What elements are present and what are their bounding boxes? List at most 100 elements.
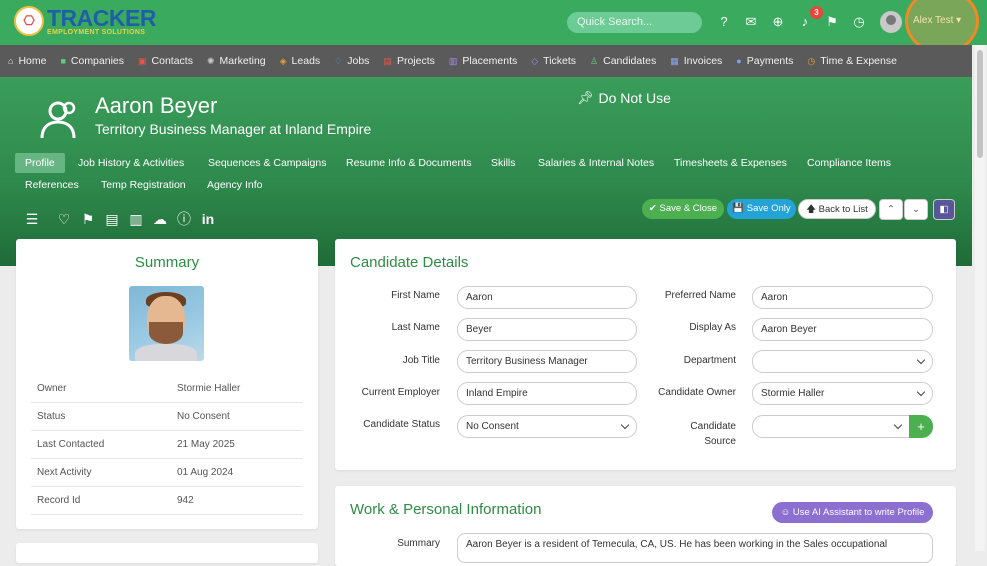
nav-leads[interactable]: ◈ Leads — [280, 55, 321, 67]
nav-contacts[interactable]: ▣ Contacts — [138, 55, 193, 67]
candidate-owner-label: Candidate Owner — [658, 387, 736, 398]
summary-row-key: Last Contacted — [37, 439, 105, 450]
tab-references[interactable]: References — [15, 175, 89, 195]
nav-placements[interactable]: ▥ Placements — [449, 55, 517, 67]
nav-companies[interactable]: ■ Companies — [60, 55, 124, 67]
back-to-list-button[interactable]: 🡅 Back to List — [798, 199, 876, 219]
save-only-button[interactable]: 💾 Save Only — [727, 199, 796, 219]
logo-title: TRACKER — [47, 4, 156, 31]
preferred-name-label: Preferred Name — [664, 290, 736, 301]
tab-temp-registration[interactable]: Temp Registration — [91, 175, 196, 195]
tab-salaries-internal-notes[interactable]: Salaries & Internal Notes — [528, 153, 664, 173]
do-not-use-label: Do Not Use — [598, 90, 671, 106]
help-icon[interactable]: ? — [716, 14, 732, 30]
summary-row-key: Status — [37, 411, 66, 422]
quick-search-input[interactable]: Quick Search... — [567, 12, 702, 33]
user-avatar[interactable] — [880, 11, 902, 33]
tab-sequences-campaigns[interactable]: Sequences & Campaigns — [198, 153, 337, 173]
nav-label: Payments — [746, 55, 794, 67]
tab-compliance-items[interactable]: Compliance Items — [797, 153, 901, 173]
nav-label: Placements — [462, 55, 518, 67]
add-circle-icon[interactable]: ⊕ — [770, 14, 786, 30]
megaphone-icon: ✺ — [206, 55, 215, 66]
summary-row-key: Owner — [37, 383, 67, 394]
candidate-source-label: Candidate Source — [636, 419, 736, 449]
candidate-owner-select[interactable]: Stormie Haller — [752, 382, 933, 405]
document-icon[interactable]: ▤ — [100, 211, 124, 228]
last-name-field[interactable]: Beyer — [457, 318, 637, 341]
previous-record-button[interactable]: ⌃ — [879, 199, 903, 220]
home-icon: ⌂ — [8, 56, 14, 66]
nav-tickets[interactable]: ◇ Tickets — [531, 55, 576, 67]
nav-invoices[interactable]: ▦ Invoices — [670, 55, 722, 67]
tab-profile[interactable]: Profile — [15, 153, 65, 173]
do-not-use-flag[interactable]: 📌︎ Do Not Use — [577, 90, 671, 106]
last-name-label: Last Name — [391, 322, 440, 333]
next-card — [16, 543, 318, 563]
user-menu[interactable]: Alex Test ▾ — [913, 15, 961, 26]
nav-home[interactable]: ⌂ Home — [8, 55, 46, 67]
summary-row: Next Activity 01 Aug 2024 — [31, 459, 303, 487]
summary-row-value: No Consent — [177, 411, 230, 422]
department-select[interactable] — [752, 350, 933, 373]
tab-timesheets-expenses[interactable]: Timesheets & Expenses — [664, 153, 797, 173]
logo-subtitle: EMPLOYMENT SOLUTIONS — [47, 28, 146, 36]
tab-agency-info[interactable]: Agency Info — [197, 175, 272, 195]
candidate-status-select[interactable]: No Consent — [457, 415, 637, 438]
summary-row: Last Contacted 21 May 2025 — [31, 431, 303, 459]
collapse-menu-icon[interactable]: ☰ — [20, 211, 44, 228]
nav-payments[interactable]: ● Payments — [736, 55, 793, 67]
nav-label: Home — [18, 55, 47, 67]
work-personal-title: Work & Personal Information — [350, 501, 542, 518]
invoice-icon: ▦ — [670, 55, 679, 66]
heart-icon[interactable]: ♡ — [52, 211, 76, 228]
nav-candidates[interactable]: ♙ Candidates — [590, 55, 656, 67]
app-logo[interactable]: ⎔ TRACKER EMPLOYMENT SOLUTIONS — [14, 6, 156, 36]
notification-badge: 3 — [810, 6, 823, 19]
first-name-field[interactable]: Aaron — [457, 286, 637, 309]
candidate-icon: ♙ — [590, 55, 599, 66]
preferred-name-field[interactable]: Aaron — [752, 286, 933, 309]
tab-job-history-activities[interactable]: Job History & Activities — [68, 153, 194, 173]
nav-label: Companies — [70, 55, 125, 67]
candidate-source-select[interactable] — [752, 415, 910, 438]
current-employer-field[interactable]: Inland Empire — [457, 382, 637, 405]
job-title-field[interactable]: Territory Business Manager — [457, 350, 637, 373]
display-as-field[interactable]: Aaron Beyer — [752, 318, 933, 341]
nav-jobs[interactable]: ♢ Jobs — [334, 55, 369, 67]
department-label: Department — [683, 355, 736, 366]
first-name-label: First Name — [391, 290, 440, 301]
ai-assistant-label: Use AI Assistant to write Profile — [792, 507, 925, 518]
tab-skills[interactable]: Skills — [481, 153, 526, 173]
history-icon[interactable]: ◷ — [851, 14, 867, 30]
candidate-person-icon — [40, 101, 76, 139]
candidate-name: Aaron Beyer — [95, 93, 218, 118]
ai-assistant-button[interactable]: ☺ Use AI Assistant to write Profile — [772, 502, 933, 523]
nav-marketing[interactable]: ✺ Marketing — [207, 55, 266, 67]
summary-row-value: 942 — [177, 495, 194, 506]
tab-resume-info-documents[interactable]: Resume Info & Documents — [336, 153, 481, 173]
summary-textarea[interactable]: Aaron Beyer is a resident of Temecula, C… — [457, 533, 933, 563]
summary-row: Record Id 942 — [31, 487, 303, 515]
summary-row-value: 21 May 2025 — [177, 439, 235, 450]
linkedin-icon[interactable]: in — [196, 211, 220, 227]
logo-icon: ⎔ — [14, 6, 44, 36]
candidate-source-label-line1: Candidate — [690, 421, 736, 432]
summary-label: Summary — [397, 538, 440, 549]
scrollbar-thumb[interactable] — [977, 50, 983, 158]
nav-label: Leads — [291, 55, 321, 67]
panel-toggle-button[interactable]: ◧ — [933, 199, 955, 220]
alert-icon[interactable]: ⓘ — [172, 209, 196, 229]
save-close-button[interactable]: ✔ Save & Close — [642, 199, 724, 219]
cloud-icon[interactable]: ☁ — [148, 211, 172, 228]
add-source-button[interactable]: + — [909, 415, 933, 438]
next-record-button[interactable]: ⌄ — [904, 199, 928, 220]
nav-time-expense[interactable]: ◷ Time & Expense — [807, 55, 897, 67]
nav-projects[interactable]: ▤ Projects — [383, 55, 434, 67]
flag-icon[interactable]: ⚑ — [76, 211, 100, 228]
clipboard-icon[interactable]: ▥ — [124, 211, 148, 228]
target-icon: ◈ — [279, 55, 287, 66]
chat-icon[interactable]: ✉ — [743, 14, 759, 30]
jobs-icon: ♢ — [334, 55, 343, 66]
flag-icon[interactable]: ⚑ — [824, 14, 840, 30]
